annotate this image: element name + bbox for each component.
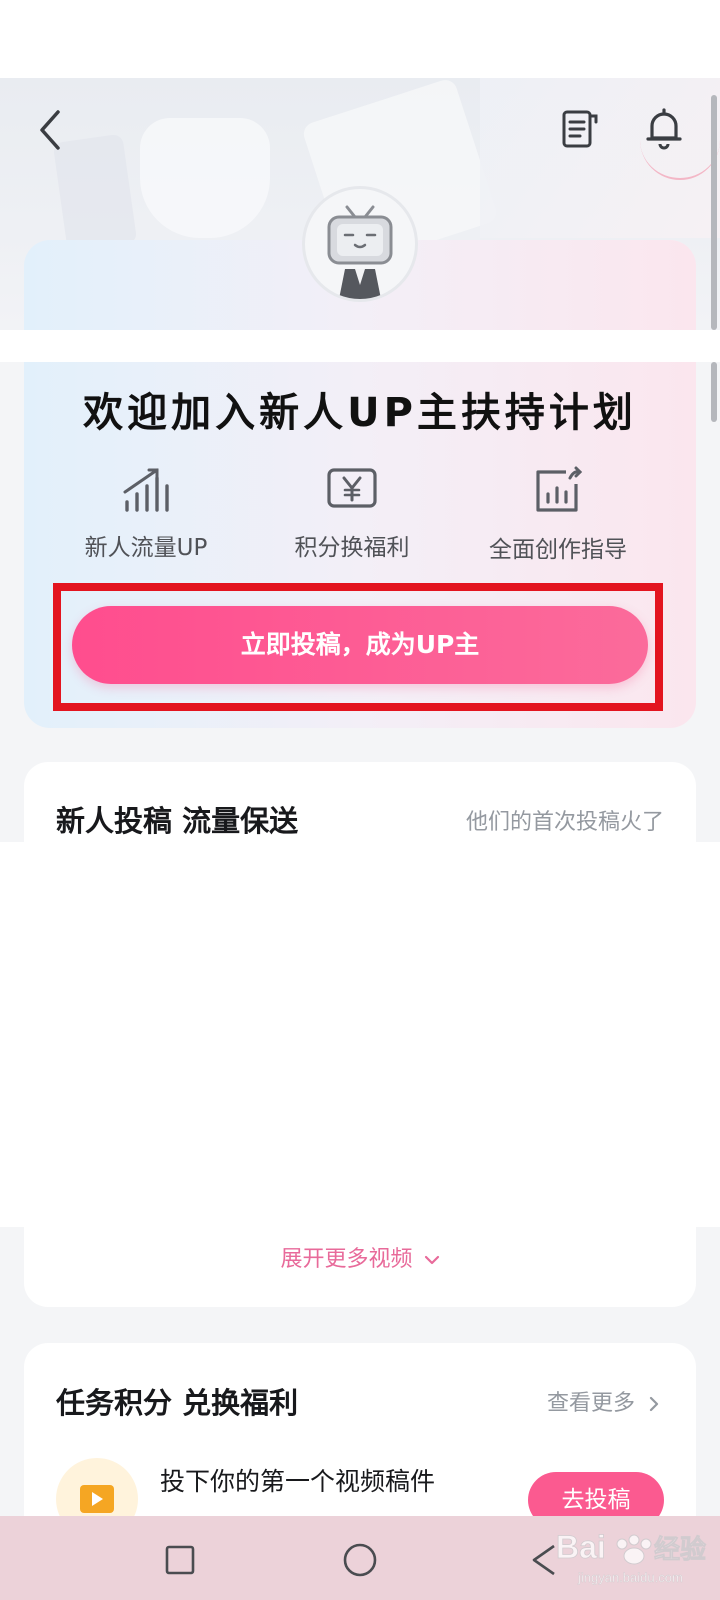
back-button[interactable]	[34, 108, 70, 152]
chart-growth-icon	[536, 466, 583, 512]
avatar	[302, 186, 418, 302]
task-name: 投下你的第一个视频稿件	[160, 1467, 436, 1496]
view-more-label: 查看更多	[546, 1391, 635, 1416]
bell-icon	[646, 108, 682, 150]
feature-points: 积分换福利	[252, 466, 452, 562]
rules-button[interactable]	[560, 108, 600, 152]
welcome-title: 欢迎加入新人UP主扶持计划	[83, 390, 637, 436]
expand-label: 展开更多视频	[280, 1247, 413, 1272]
divider-strip	[0, 330, 720, 362]
section-subtitle: 他们的首次投稿火了	[465, 810, 664, 835]
svg-text:jingyan.baidu.com: jingyan.baidu.com	[577, 1570, 683, 1585]
document-icon	[562, 110, 598, 148]
notification-button[interactable]	[642, 106, 686, 152]
baidu-paw-icon: Bai 经验 jingyan.baidu.com	[556, 1529, 707, 1586]
tv-mascot-icon	[327, 205, 393, 299]
recent-apps-button[interactable]	[160, 1540, 200, 1580]
section-title: 新人投稿 流量保送	[56, 804, 299, 838]
scrollbar-thumb[interactable]	[711, 95, 717, 330]
signal-bars-icon	[123, 468, 169, 512]
feature-traffic: 新人流量UP	[46, 466, 246, 562]
section-title: 任务积分 兑换福利	[56, 1386, 299, 1420]
svg-text:经验: 经验	[654, 1534, 706, 1564]
view-more-link[interactable]: 查看更多	[520, 1385, 660, 1417]
square-icon	[165, 1545, 195, 1575]
baidu-watermark: Bai 经验 jingyan.baidu.com	[556, 1520, 716, 1590]
chevron-down-icon	[424, 1255, 439, 1265]
scrollbar-thumb[interactable]	[711, 362, 717, 422]
status-bar-area	[0, 0, 720, 78]
feature-label: 全面创作指导	[489, 537, 627, 563]
chevron-left-icon	[40, 110, 60, 150]
home-button[interactable]	[340, 1540, 380, 1580]
chevron-right-icon	[649, 1396, 659, 1412]
circle-icon	[343, 1543, 377, 1577]
yen-card-icon	[327, 468, 377, 508]
submit-become-up-button[interactable]: 立即投稿，成为UP主	[72, 606, 648, 684]
hero-decoration	[140, 118, 270, 238]
feature-label: 积分换福利	[294, 535, 410, 561]
expand-more-videos-link[interactable]: 展开更多视频	[24, 1241, 696, 1273]
svg-text:Bai: Bai	[556, 1529, 606, 1565]
feature-label: 新人流量UP	[84, 535, 208, 561]
video-list-area	[0, 842, 720, 1227]
feature-guidance: 全面创作指导	[458, 466, 658, 564]
